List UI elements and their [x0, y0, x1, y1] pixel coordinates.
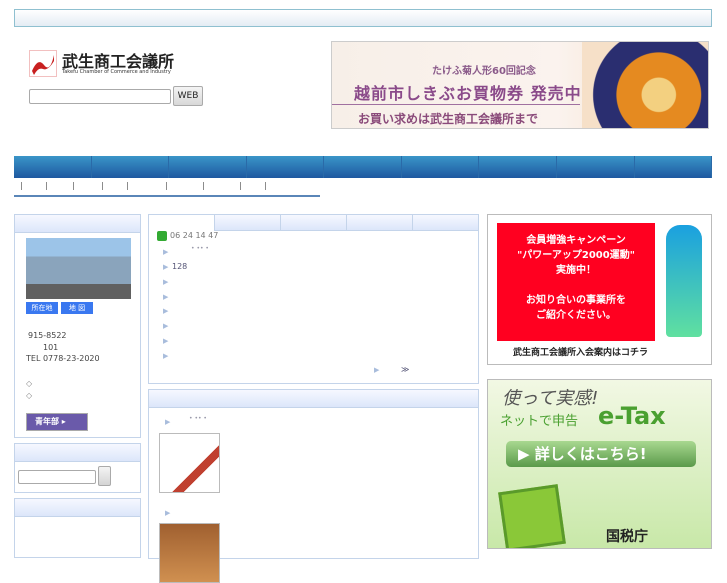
- map-button[interactable]: 地 図: [61, 302, 93, 314]
- arrow-icon: ▶: [163, 322, 169, 330]
- subnav-sep: |: [202, 181, 205, 190]
- nav-item-9[interactable]: [635, 156, 713, 178]
- campaign-line: 会員増強キャンペーン: [526, 235, 626, 246]
- link-diamond[interactable]: ◇: [26, 379, 32, 388]
- membership-campaign-ad[interactable]: 会員増強キャンペーン "パワーアップ2000運動" 実施中！ お知り合いの事業所…: [487, 214, 712, 365]
- signature-thumbnail[interactable]: [159, 433, 220, 493]
- etax-subline: ネットで申告: [500, 414, 579, 429]
- sub-nav: | | | | | | | | |: [14, 181, 320, 193]
- sidebar-search-button[interactable]: [98, 466, 111, 486]
- youth-division-button[interactable]: 青年部 ▸: [26, 413, 88, 431]
- link-diamond[interactable]: ◇: [26, 391, 32, 400]
- campaign-line: お知り合いの事業所を: [526, 295, 626, 306]
- subnav-sep: |: [239, 181, 242, 190]
- arrow-icon: ▶: [163, 263, 169, 271]
- etax-mascot: [498, 484, 566, 548]
- tab-4[interactable]: [346, 215, 412, 231]
- businessman-silhouette: [666, 225, 702, 337]
- web-search-button[interactable]: WEB: [173, 86, 203, 106]
- refresh-icon: [157, 231, 167, 241]
- nav-item-1[interactable]: [14, 156, 92, 178]
- subnav-sep: |: [126, 181, 129, 190]
- box-header: [15, 444, 140, 462]
- etax-headline: 使って実感!: [502, 388, 599, 409]
- site-search-input[interactable]: [29, 89, 171, 104]
- location-button[interactable]: 所在地: [26, 302, 58, 314]
- box-header: [15, 215, 140, 233]
- nav-item-3[interactable]: [169, 156, 247, 178]
- nav-item-8[interactable]: [557, 156, 635, 178]
- etax-logo: e-Tax: [598, 402, 666, 430]
- postal-code: 915-8522: [28, 331, 67, 340]
- nav-item-7[interactable]: [479, 156, 557, 178]
- features-box: ▶ • •• • ▶: [148, 389, 479, 583]
- arrow-icon: ▶: [374, 366, 380, 374]
- subnav-sep: |: [165, 181, 168, 190]
- nav-item-5[interactable]: [324, 156, 402, 178]
- top-bar: [14, 9, 712, 27]
- update-timestamp: 06 24 14 47: [170, 231, 219, 240]
- campaign-line: 実施中！: [556, 265, 596, 276]
- telephone: TEL 0778-23-2020: [26, 354, 100, 363]
- tab-5[interactable]: [412, 215, 478, 231]
- arrow-icon: ▶: [163, 278, 169, 286]
- main-nav: [14, 156, 713, 178]
- box-header: [149, 390, 478, 408]
- subnav-underline: [14, 195, 320, 197]
- nav-item-2[interactable]: [92, 156, 170, 178]
- subnav-sep: |: [45, 181, 48, 190]
- etax-details-button[interactable]: ▶ 詳しくはこちら!: [506, 441, 696, 467]
- building-photo: [26, 238, 131, 299]
- news-item[interactable]: 128: [172, 262, 187, 271]
- box-header: [15, 499, 140, 517]
- more-link[interactable]: ≫: [401, 365, 409, 374]
- banner-line-3: お買い求めは武生商工会議所まで: [358, 112, 539, 126]
- banner-line-1: たけふ菊人形60回記念: [432, 66, 536, 77]
- arrow-icon: ▶: [163, 352, 169, 360]
- etax-ad[interactable]: 使って実感! ネットで申告 e-Tax ▶ 詳しくはこちら! 国税庁: [487, 379, 712, 549]
- doll-image: [582, 42, 708, 128]
- campaign-line: "パワーアップ2000運動": [517, 250, 635, 261]
- logo-subtext: Takefu Chamber of Commerce and Industry: [62, 69, 171, 75]
- gift-voucher-banner[interactable]: たけふ菊人形60回記念 越前市しきぶお買物券 発売中！ お買い求めは武生商工会議…: [331, 41, 709, 129]
- address: 101: [43, 343, 59, 352]
- banner-line-2: 越前市しきぶお買物券 発売中！: [354, 84, 599, 103]
- subnav-sep: |: [101, 181, 104, 190]
- tab-2[interactable]: [214, 215, 280, 231]
- tab-3[interactable]: [280, 215, 346, 231]
- subnav-sep: |: [20, 181, 23, 190]
- arrow-icon: ▶: [165, 418, 171, 426]
- sidebar-box: [14, 498, 141, 558]
- search-box: [14, 443, 141, 493]
- campaign-text: 会員増強キャンペーン "パワーアップ2000運動" 実施中！ お知り合いの事業所…: [497, 223, 655, 341]
- news-box: 06 24 14 47 ▶ • •• • ▶ 128 ▶ ▶ ▶ ▶ ▶ ▶ ▶…: [148, 214, 479, 384]
- subnav-sep: |: [72, 181, 75, 190]
- arrow-icon: ▶: [163, 337, 169, 345]
- logo[interactable]: 武生商工会議所 Takefu Chamber of Commerce and I…: [29, 48, 189, 78]
- news-item[interactable]: • •• •: [191, 245, 209, 252]
- nav-item-4[interactable]: [247, 156, 325, 178]
- subnav-sep: |: [264, 181, 267, 190]
- arrow-icon: ▶: [163, 307, 169, 315]
- arrow-icon: ▶: [163, 293, 169, 301]
- arrow-icon: ▶: [165, 509, 171, 517]
- campaign-line: [497, 278, 655, 293]
- banner-divider: [332, 104, 580, 105]
- nav-item-6[interactable]: [402, 156, 480, 178]
- info-box: 所在地 地 図 915-8522 101 TEL 0778-23-2020 ◇ …: [14, 214, 141, 438]
- campaign-caption: 武生商工会議所入会案内はコチラ: [513, 348, 649, 358]
- nta-label: 国税庁: [606, 529, 648, 545]
- news-tabs: [149, 215, 478, 231]
- campaign-line: ご紹介ください。: [536, 310, 616, 321]
- feature-item[interactable]: • •• •: [189, 415, 207, 422]
- logo-mark-icon: [29, 50, 57, 77]
- arrow-icon: ▶: [163, 248, 169, 256]
- event-thumbnail[interactable]: [159, 523, 220, 583]
- sidebar-search-input[interactable]: [18, 470, 96, 484]
- tab-1[interactable]: [149, 215, 214, 231]
